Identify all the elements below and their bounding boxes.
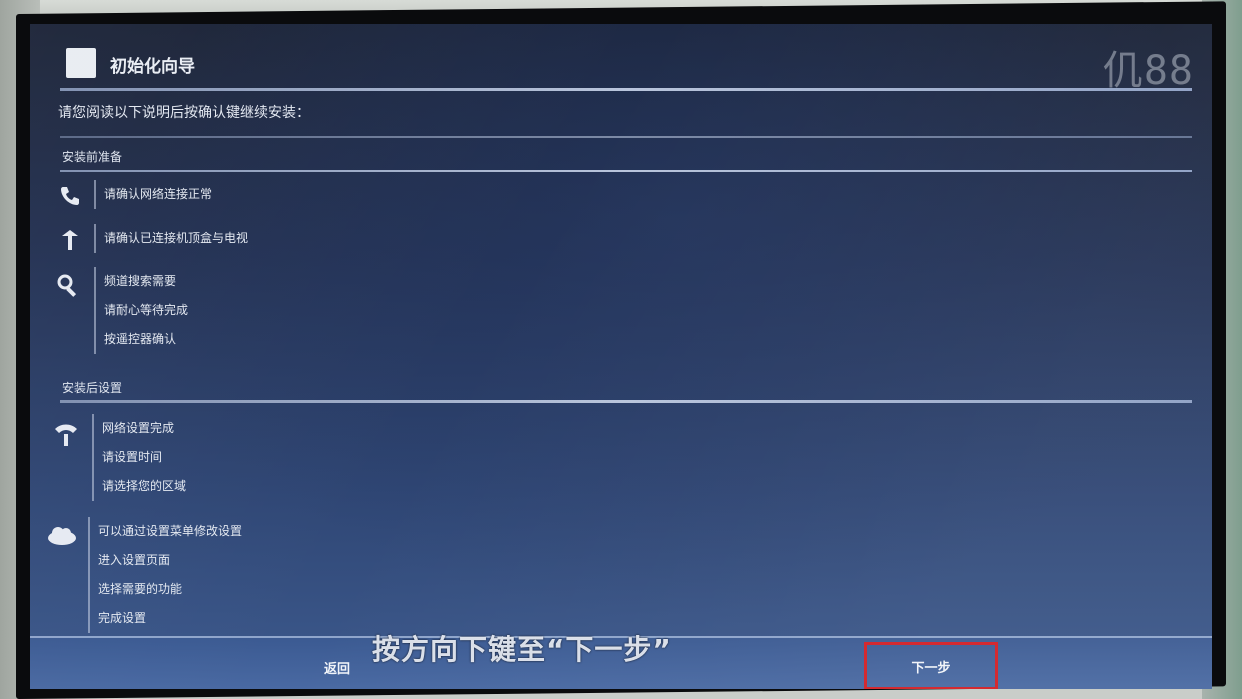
item-text: 完成设置 <box>98 611 147 625</box>
wifi-icon <box>52 420 80 448</box>
list-item-network: 请确认网络连接正常 <box>94 180 212 209</box>
back-button[interactable]: 返回 <box>312 656 362 678</box>
item-text: 请设置时间 <box>102 450 163 464</box>
next-button[interactable]: 下一步 <box>864 642 998 689</box>
section-label-prepare: 安装前准备 <box>62 150 123 164</box>
list-item-settings-done: 网络设置完成 请设置时间 请选择您的区域 <box>92 414 186 501</box>
app-icon <box>66 48 96 78</box>
list-item-channel-search: 频道搜索需要 请耐心等待完成 按遥控器确认 <box>94 267 188 354</box>
intro-text: 请您阅读以下说明后按确认键继续安装： <box>58 105 310 121</box>
title-bar: 初始化向导 仉88 <box>30 24 1212 94</box>
item-text: 频道搜索需要 <box>104 274 177 288</box>
title-divider <box>60 88 1192 91</box>
list-item-connection: 请确认已连接机顶盒与电视 <box>94 224 248 253</box>
item-text: 请确认网络连接正常 <box>104 187 213 201</box>
item-text: 请确认已连接机顶盒与电视 <box>104 231 249 245</box>
intro-divider <box>60 136 1192 138</box>
item-text: 按遥控器确认 <box>104 332 177 346</box>
cloud-icon <box>46 524 76 552</box>
search-icon <box>54 272 82 300</box>
item-text: 请选择您的区域 <box>102 479 187 493</box>
item-text: 进入设置页面 <box>98 553 171 567</box>
phone-icon <box>56 184 84 212</box>
antenna-icon <box>56 228 84 256</box>
video-caption: 按方向下键至“下一步” <box>372 633 672 666</box>
section-divider-after <box>60 400 1192 403</box>
item-text: 可以通过设置菜单修改设置 <box>98 524 243 538</box>
section-divider-prepare <box>60 170 1192 172</box>
section-label-after: 安装后设置 <box>62 381 123 395</box>
item-text: 请耐心等待完成 <box>104 303 189 317</box>
window-title: 初始化向导 <box>110 57 195 77</box>
item-text: 选择需要的功能 <box>98 582 183 596</box>
tv-screen: 初始化向导 仉88 请您阅读以下说明后按确认键继续安装： 安装前准备 请确认网络… <box>30 24 1212 689</box>
item-text: 网络设置完成 <box>102 421 175 435</box>
list-item-menu: 可以通过设置菜单修改设置 进入设置页面 选择需要的功能 完成设置 <box>88 517 242 633</box>
